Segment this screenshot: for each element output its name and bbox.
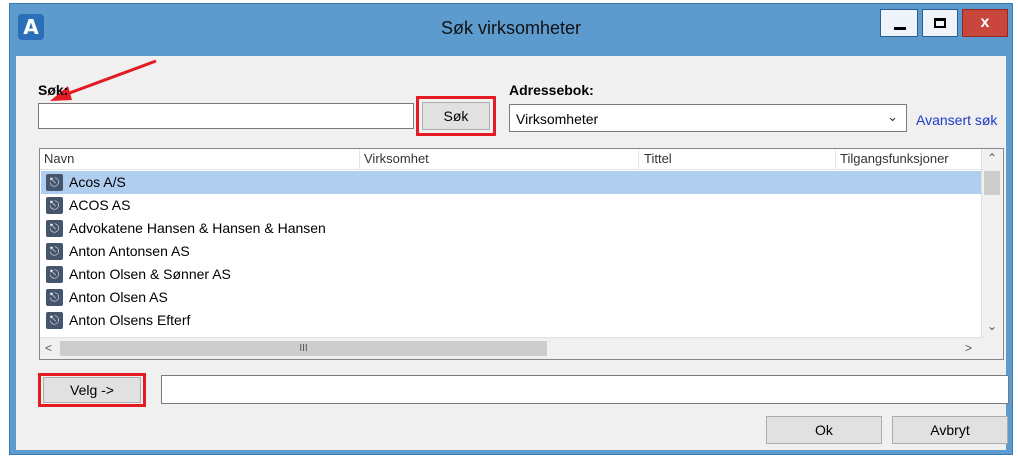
scroll-down-icon[interactable]: ⌄ <box>987 319 997 333</box>
column-header-company[interactable]: Virksomhet <box>364 151 429 166</box>
list-item-label: Anton Olsen AS <box>69 289 168 305</box>
globe-icon: ⎋ <box>46 266 63 283</box>
scroll-corner <box>982 338 1003 359</box>
addressbook-select[interactable]: Virksomheter ⌄ <box>509 104 907 132</box>
list-item[interactable]: ⎋ ACOS AS <box>41 194 983 217</box>
close-button[interactable]: x <box>962 9 1008 37</box>
addressbook-label: Adressebok: <box>509 82 594 98</box>
column-header-name[interactable]: Navn <box>44 151 74 166</box>
globe-icon: ⎋ <box>46 312 63 329</box>
advanced-search-link[interactable]: Avansert søk <box>916 112 997 128</box>
ok-button[interactable]: Ok <box>766 416 882 444</box>
dialog-window: A Søk virksomheter x Søk: Søk Adressebok… <box>9 3 1013 455</box>
maximize-icon <box>934 18 946 28</box>
list-item[interactable]: ⎋ Advokatene Hansen & Hansen & Hansen <box>41 217 983 240</box>
list-item-label: Acos A/S <box>69 174 126 190</box>
vertical-scroll-thumb[interactable] <box>984 171 1000 195</box>
minimize-button[interactable] <box>880 9 918 37</box>
list-item-label: Anton Olsens Efterf <box>69 312 191 328</box>
selected-value-field[interactable] <box>161 375 1009 404</box>
dialog-content: Søk: Søk Adressebok: Virksomheter ⌄ Avan… <box>16 56 1009 450</box>
addressbook-selected-value: Virksomheter <box>516 111 599 127</box>
minimize-icon <box>894 27 906 30</box>
list-item[interactable]: ⎋ Anton Olsen AS <box>41 286 983 309</box>
search-input[interactable] <box>38 103 414 129</box>
scroll-right-icon[interactable]: > <box>965 341 972 355</box>
globe-icon: ⎋ <box>46 174 63 191</box>
search-label: Søk: <box>38 82 69 98</box>
cancel-button[interactable]: Avbryt <box>892 416 1008 444</box>
list-item[interactable]: ⎋ Acos A/S <box>41 171 983 194</box>
select-button[interactable]: Velg -> <box>43 377 141 403</box>
window-title: Søk virksomheter <box>440 18 582 38</box>
list-item[interactable]: ⎋ Anton Olsens Efterf <box>41 309 983 332</box>
list-item[interactable]: ⎋ Anton Olsen & Sønner AS <box>41 263 983 286</box>
column-header-access[interactable]: Tilgangsfunksjoner <box>840 151 949 166</box>
list-item-label: ACOS AS <box>69 197 131 213</box>
globe-icon: ⎋ <box>46 289 63 306</box>
annotation-arrow-icon <box>50 59 157 101</box>
column-header-title[interactable]: Tittel <box>644 151 672 166</box>
title-bar[interactable]: A Søk virksomheter x <box>10 4 1012 56</box>
search-button[interactable]: Søk <box>422 102 490 130</box>
scroll-left-icon[interactable]: < <box>45 341 52 355</box>
close-icon: x <box>980 14 990 31</box>
list-header: Navn Virksomhet Tittel Tilgangsfunksjone… <box>40 149 983 170</box>
column-divider[interactable] <box>638 149 639 169</box>
list-item[interactable]: ⎋ Anton Antonsen AS <box>41 240 983 263</box>
column-divider[interactable] <box>359 149 360 169</box>
list-item-label: Anton Antonsen AS <box>69 243 190 259</box>
maximize-button[interactable] <box>922 9 958 37</box>
vertical-scrollbar[interactable]: ⌃ ⌄ <box>981 149 1003 339</box>
horizontal-scroll-thumb[interactable]: III <box>60 341 547 356</box>
globe-icon: ⎋ <box>46 197 63 214</box>
column-divider[interactable] <box>835 149 836 169</box>
results-list[interactable]: Navn Virksomhet Tittel Tilgangsfunksjone… <box>39 148 1004 360</box>
list-item-label: Anton Olsen & Sønner AS <box>69 266 231 282</box>
chevron-down-icon: ⌄ <box>887 109 898 124</box>
scroll-up-icon[interactable]: ⌃ <box>987 151 997 165</box>
globe-icon: ⎋ <box>46 220 63 237</box>
globe-icon: ⎋ <box>46 243 63 260</box>
list-item-label: Advokatene Hansen & Hansen & Hansen <box>69 220 326 236</box>
horizontal-scrollbar[interactable]: < III > <box>40 337 983 359</box>
